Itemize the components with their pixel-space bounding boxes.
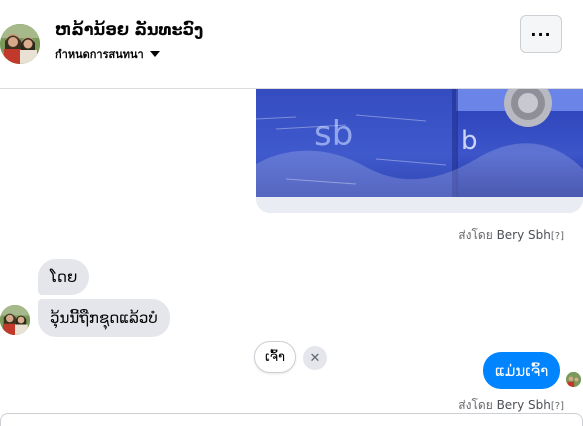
svg-text:b: b	[461, 126, 478, 156]
sent-by-prefix: ส่งโดย	[458, 398, 497, 412]
sent-by-name[interactable]: Bery Sbh	[497, 398, 551, 412]
message-composer[interactable]	[0, 413, 583, 426]
sent-by-prefix: ส่งโดย	[458, 228, 497, 242]
chat-header: ຫລ້ານ້ອຍ ລັນທະວົງ กำหนดการสนทนา ···	[0, 0, 583, 89]
sent-by-help[interactable]: [?]	[551, 401, 564, 412]
caret-down-icon	[149, 51, 160, 57]
quick-reply-button[interactable]: ເຈົ້າ	[254, 341, 296, 373]
seen-avatar	[566, 372, 581, 387]
close-icon[interactable]: ✕	[303, 346, 327, 370]
chat-settings-dropdown[interactable]: กำหนดการสนทนา	[55, 45, 160, 63]
more-options-button[interactable]: ···	[520, 15, 562, 53]
sent-by-name[interactable]: Bery Sbh	[497, 228, 551, 242]
sent-by-label: ส่งโดย Bery Sbh[?]	[458, 226, 564, 245]
sent-by-help[interactable]: [?]	[551, 231, 564, 242]
received-message[interactable]: ໂດຍ	[38, 259, 90, 295]
svg-text:sb: sb	[314, 114, 353, 154]
contact-name[interactable]: ຫລ້ານ້ອຍ ລັນທະວົງ	[55, 20, 203, 39]
sent-message[interactable]: ແມ່ນເຈົ້າ	[483, 352, 561, 389]
received-message[interactable]: ວຸ້ນນີ້ຖືກຊຸດແລ້ວບໍ	[38, 299, 170, 337]
sender-avatar[interactable]	[0, 305, 30, 335]
image-attachment[interactable]: sb b	[256, 89, 583, 213]
contact-avatar[interactable]	[0, 24, 40, 64]
chat-settings-label: กำหนดการสนทนา	[55, 48, 144, 61]
